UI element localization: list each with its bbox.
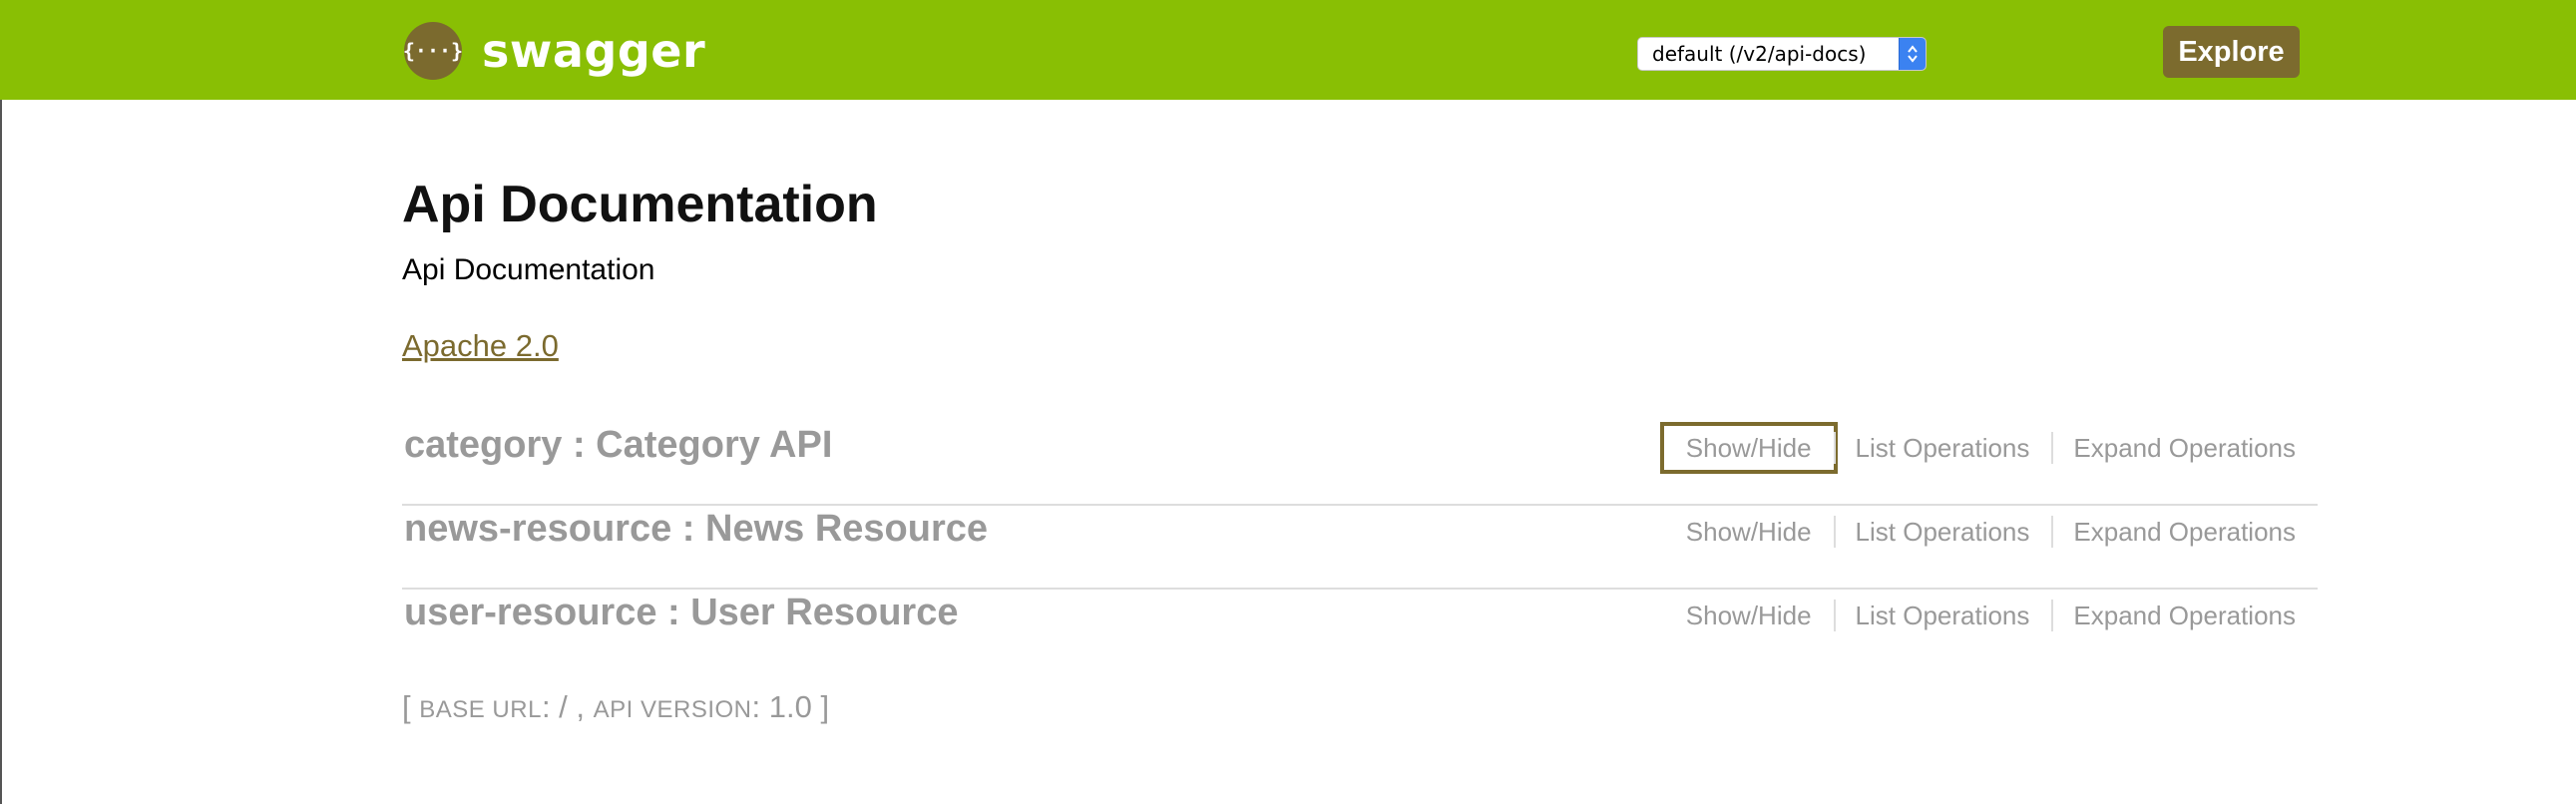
swagger-ui-page: {···} swagger default (/v2/api-docs) Exp… (0, 0, 2576, 804)
api-description: Api Documentation (402, 253, 655, 286)
resource-user-resource: user-resource : User Resource Show/Hide … (402, 588, 2318, 671)
select-updown-arrows-icon (1899, 38, 1926, 70)
footer-open-bracket: [ (402, 689, 420, 724)
list-operations-link[interactable]: List Operations (1833, 430, 2052, 466)
expand-operations-link[interactable]: Expand Operations (2051, 514, 2318, 550)
resource-operations: Show/Hide List Operations Expand Operati… (1664, 504, 2318, 560)
footer-close-bracket: ] (811, 689, 830, 724)
resource-name[interactable]: news-resource : News Resource (404, 504, 988, 554)
resource-category: category : Category API Show/Hide List O… (402, 420, 2318, 506)
list-operations-link[interactable]: List Operations (1833, 598, 2052, 633)
swagger-logo[interactable]: {···} swagger (404, 22, 705, 80)
api-version-label: api version (593, 696, 752, 723)
swagger-logo-icon: {···} (404, 22, 462, 80)
resource-name[interactable]: category : Category API (404, 420, 832, 470)
brand-name: swagger (482, 24, 706, 78)
svg-text:{···}: {···} (404, 39, 462, 63)
show-hide-link[interactable]: Show/Hide (1664, 514, 1834, 550)
api-footer-info: [ base url: / , api version: 1.0 ] (402, 687, 829, 730)
show-hide-link[interactable]: Show/Hide (1659, 422, 1838, 474)
api-title: Api Documentation (402, 176, 878, 233)
api-spec-selected-value: default (/v2/api-docs) (1652, 42, 1867, 66)
expand-operations-link[interactable]: Expand Operations (2051, 430, 2318, 466)
resource-name[interactable]: user-resource : User Resource (404, 588, 958, 637)
window-left-edge (0, 0, 2, 804)
resource-operations: Show/Hide List Operations Expand Operati… (1659, 420, 2318, 476)
api-version-value: : 1.0 (751, 689, 812, 724)
license-link[interactable]: Apache 2.0 (402, 327, 559, 365)
show-hide-link[interactable]: Show/Hide (1664, 598, 1834, 633)
base-url-value: : / , (541, 689, 594, 724)
resource-operations: Show/Hide List Operations Expand Operati… (1664, 588, 2318, 643)
base-url-label: base url (419, 696, 542, 723)
expand-operations-link[interactable]: Expand Operations (2051, 598, 2318, 633)
resource-news-resource: news-resource : News Resource Show/Hide … (402, 504, 2318, 590)
explore-button[interactable]: Explore (2163, 26, 2300, 78)
api-spec-select[interactable]: default (/v2/api-docs) (1637, 37, 1927, 71)
top-header-bar: {···} swagger default (/v2/api-docs) Exp… (0, 0, 2576, 100)
list-operations-link[interactable]: List Operations (1833, 514, 2052, 550)
